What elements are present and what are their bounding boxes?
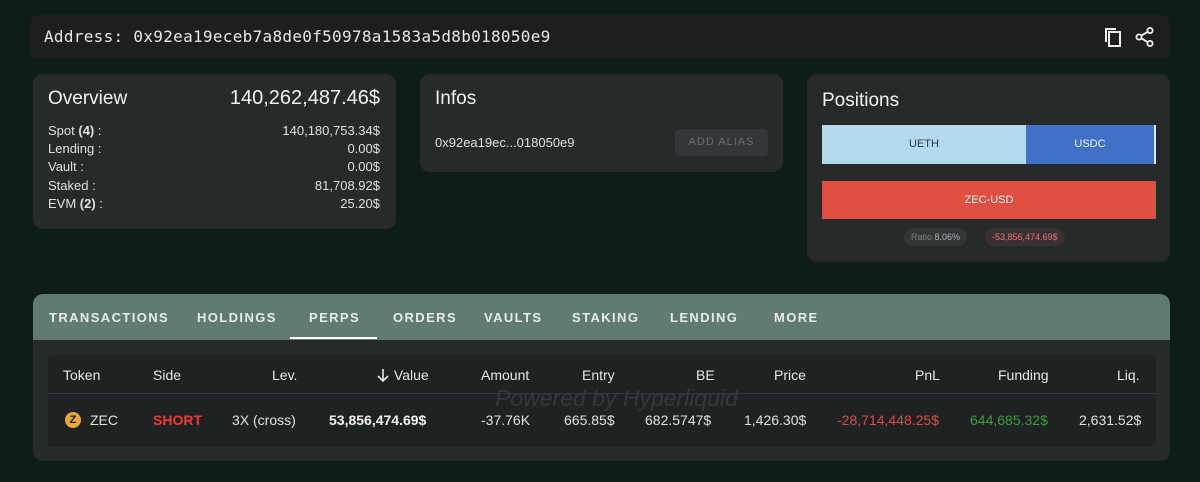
copy-icon[interactable] <box>1102 26 1124 48</box>
watermark-text: Powered by Hyperliquid <box>495 385 738 411</box>
overview-title: Overview <box>48 88 128 109</box>
cell-funding: 644,685.32$ <box>970 412 1048 428</box>
usdc-segment[interactable]: USDC <box>1026 125 1154 164</box>
short-address: 0x92ea19ec...018050e9 <box>435 135 575 150</box>
column-header-lev[interactable]: Lev. <box>272 367 297 383</box>
tab-lending[interactable]: LENDING <box>670 310 738 325</box>
tab-bar: TRANSACTIONS HOLDINGS PERPS ORDERS VAULT… <box>33 294 1170 340</box>
column-header-funding[interactable]: Funding <box>998 367 1049 383</box>
details-panel: TRANSACTIONS HOLDINGS PERPS ORDERS VAULT… <box>33 294 1170 461</box>
ueth-segment[interactable]: UETH <box>822 125 1026 164</box>
zec-coin-icon: Z <box>65 412 81 428</box>
overview-row-staked: Staked : 81,708.92$ <box>48 178 380 193</box>
spot-value: 140,180,753.34$ <box>282 123 380 138</box>
evm-value: 25.20$ <box>340 196 380 211</box>
infos-card: Infos 0x92ea19ec...018050e9 ADD ALIAS <box>420 74 783 172</box>
staked-value: 81,708.92$ <box>314 178 380 193</box>
active-tab-indicator <box>290 337 377 339</box>
positions-card: Positions UETH USDC ZEC-USD Ratio 8.06% … <box>807 74 1170 262</box>
share-icon[interactable] <box>1134 26 1156 48</box>
zec-usd-segment[interactable]: ZEC-USD <box>822 181 1156 219</box>
column-header-liq[interactable]: Liq. <box>1117 367 1140 383</box>
column-header-value[interactable]: Value <box>376 367 429 383</box>
arrow-down-icon <box>377 369 389 383</box>
cell-liq: 2,631.52$ <box>1079 412 1142 428</box>
perps-table: Powered by Hyperliquid Token Side Lev. V… <box>48 355 1156 447</box>
address-bar: Address: 0x92ea19eceb7a8de0f50978a1583a5… <box>30 15 1170 58</box>
tab-transactions[interactable]: TRANSACTIONS <box>49 310 169 325</box>
infos-title: Infos <box>435 88 477 109</box>
overview-total: 140,262,487.46$ <box>229 87 380 109</box>
tab-orders[interactable]: ORDERS <box>393 310 457 325</box>
cell-value: 53,856,474.69$ <box>329 412 427 428</box>
tab-vaults[interactable]: VAULTS <box>484 310 542 325</box>
overview-row-spot: Spot (4) : 140,180,753.34$ <box>48 123 380 138</box>
column-header-price[interactable]: Price <box>774 367 806 383</box>
bar-remainder <box>1154 125 1156 164</box>
positions-title: Positions <box>822 90 900 111</box>
overview-row-vault: Vault : 0.00$ <box>48 159 380 174</box>
lending-value: 0.00$ <box>347 141 380 156</box>
pnl-chip: -53,856,474.69$ <box>985 228 1065 246</box>
spot-allocation-bar: UETH USDC <box>822 125 1156 164</box>
cell-lev: 3X (cross) <box>232 412 296 428</box>
overview-row-lending: Lending : 0.00$ <box>48 141 380 156</box>
add-alias-button[interactable]: ADD ALIAS <box>675 129 768 156</box>
tab-staking[interactable]: STAKING <box>572 310 639 325</box>
cell-amount: -37.76K <box>481 412 531 428</box>
cell-entry: 665.85$ <box>564 412 615 428</box>
cell-price: 1,426.30$ <box>744 412 807 428</box>
cell-pnl: -28,714,448.25$ <box>837 412 939 428</box>
overview-card: Overview 140,262,487.46$ Spot (4) : 140,… <box>33 74 396 229</box>
tab-holdings[interactable]: HOLDINGS <box>197 310 277 325</box>
column-header-pnl[interactable]: PnL <box>915 367 940 383</box>
address-text: Address: 0x92ea19eceb7a8de0f50978a1583a5… <box>44 27 551 46</box>
cell-side: SHORT <box>153 412 202 428</box>
cell-token: ZEC <box>90 412 118 428</box>
ratio-chip: Ratio 8.06% <box>904 228 968 246</box>
column-header-side[interactable]: Side <box>153 367 181 383</box>
column-header-token[interactable]: Token <box>63 367 100 383</box>
header-divider <box>48 393 1156 394</box>
column-header-entry[interactable]: Entry <box>582 367 615 383</box>
tab-perps[interactable]: PERPS <box>309 310 360 325</box>
tab-more[interactable]: MORE <box>774 310 819 325</box>
vault-value: 0.00$ <box>347 159 380 174</box>
column-header-amount[interactable]: Amount <box>481 367 529 383</box>
cell-be: 682.5747$ <box>645 412 712 428</box>
overview-row-evm: EVM (2) : 25.20$ <box>48 196 380 211</box>
column-header-be[interactable]: BE <box>696 367 715 383</box>
